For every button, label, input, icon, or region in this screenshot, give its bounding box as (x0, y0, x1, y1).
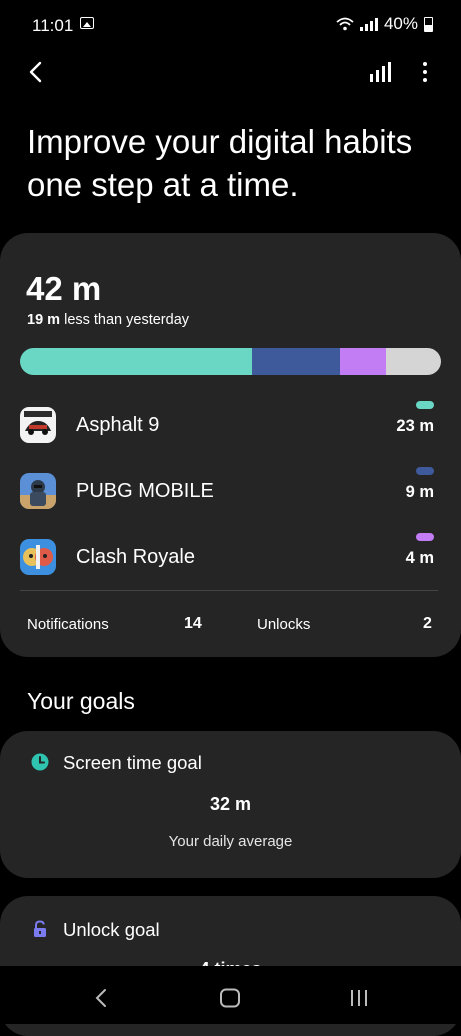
app-name: Clash Royale (76, 546, 195, 568)
status-icons: 40% (336, 14, 433, 34)
bar-chart-icon[interactable] (366, 58, 394, 86)
back-icon (95, 989, 106, 1007)
app-row-clash-royale[interactable]: Clash Royale 4 m (0, 533, 461, 583)
clock-icon (31, 753, 49, 771)
notifications-count: 14 (184, 615, 202, 632)
home-icon (220, 988, 240, 1008)
app-time: 23 m (396, 417, 434, 435)
battery-percent: 40% (383, 14, 418, 33)
usage-bar-segment (386, 348, 441, 375)
usage-bar-segment (339, 348, 387, 375)
lock-open-icon (34, 920, 46, 937)
notifications-label: Notifications (27, 616, 109, 633)
app-row-pubg[interactable]: PUBG MOBILE 9 m (0, 467, 461, 517)
app-color-swatch (416, 467, 434, 475)
screen-time-goal-value: 32 m (209, 794, 252, 814)
nav-back-button[interactable] (81, 980, 121, 1016)
status-bar: 11:01 40% (0, 0, 461, 52)
status-time: 11:01 (32, 16, 74, 35)
app-color-swatch (416, 533, 434, 541)
usage-bar-segment (251, 348, 340, 375)
unlocks-label: Unlocks (257, 616, 311, 633)
screen-time-goal-card[interactable]: Screen time goal 32 m Your daily average (0, 731, 461, 878)
screen-time-goal-subtitle: Your daily average (168, 833, 293, 850)
clash-royale-app-icon (20, 539, 56, 575)
asphalt-app-icon (20, 407, 56, 443)
signal-icon (359, 17, 378, 31)
total-screen-time: 42 m (26, 270, 102, 307)
back-button[interactable] (22, 58, 50, 86)
battery-icon (424, 16, 433, 32)
app-name: PUBG MOBILE (76, 480, 214, 502)
app-color-swatch (416, 401, 434, 409)
system-navigation-bar (0, 966, 461, 1024)
usage-bar (20, 348, 441, 375)
goals-section-title: Your goals (27, 688, 135, 714)
more-vertical-icon (423, 62, 427, 66)
nav-home-button[interactable] (210, 980, 250, 1016)
more-options-button[interactable] (412, 58, 438, 86)
screen-time-goal-title: Screen time goal (63, 752, 202, 773)
nav-recents-button[interactable] (339, 980, 379, 1016)
page-headline: Improve your digital habits one step at … (27, 123, 413, 203)
usage-summary-card[interactable]: 42 m 19 m less than yesterday Asphalt 9 … (0, 233, 461, 657)
usage-bar-segment (20, 348, 252, 375)
app-row-asphalt[interactable]: Asphalt 9 23 m (0, 401, 461, 451)
wifi-icon (336, 17, 354, 31)
unlocks-count: 2 (423, 615, 432, 632)
app-time: 9 m (405, 483, 434, 501)
comparison-text: 19 m less than yesterday (27, 312, 190, 328)
app-bar (0, 52, 461, 92)
app-name: Asphalt 9 (76, 414, 160, 436)
recents-icon (351, 990, 367, 1006)
app-time: 4 m (405, 549, 434, 567)
image-notification-icon (80, 17, 94, 29)
pubg-app-icon (20, 473, 56, 509)
unlock-goal-title: Unlock goal (63, 919, 160, 940)
chevron-left-icon (29, 61, 42, 83)
divider (20, 590, 438, 591)
